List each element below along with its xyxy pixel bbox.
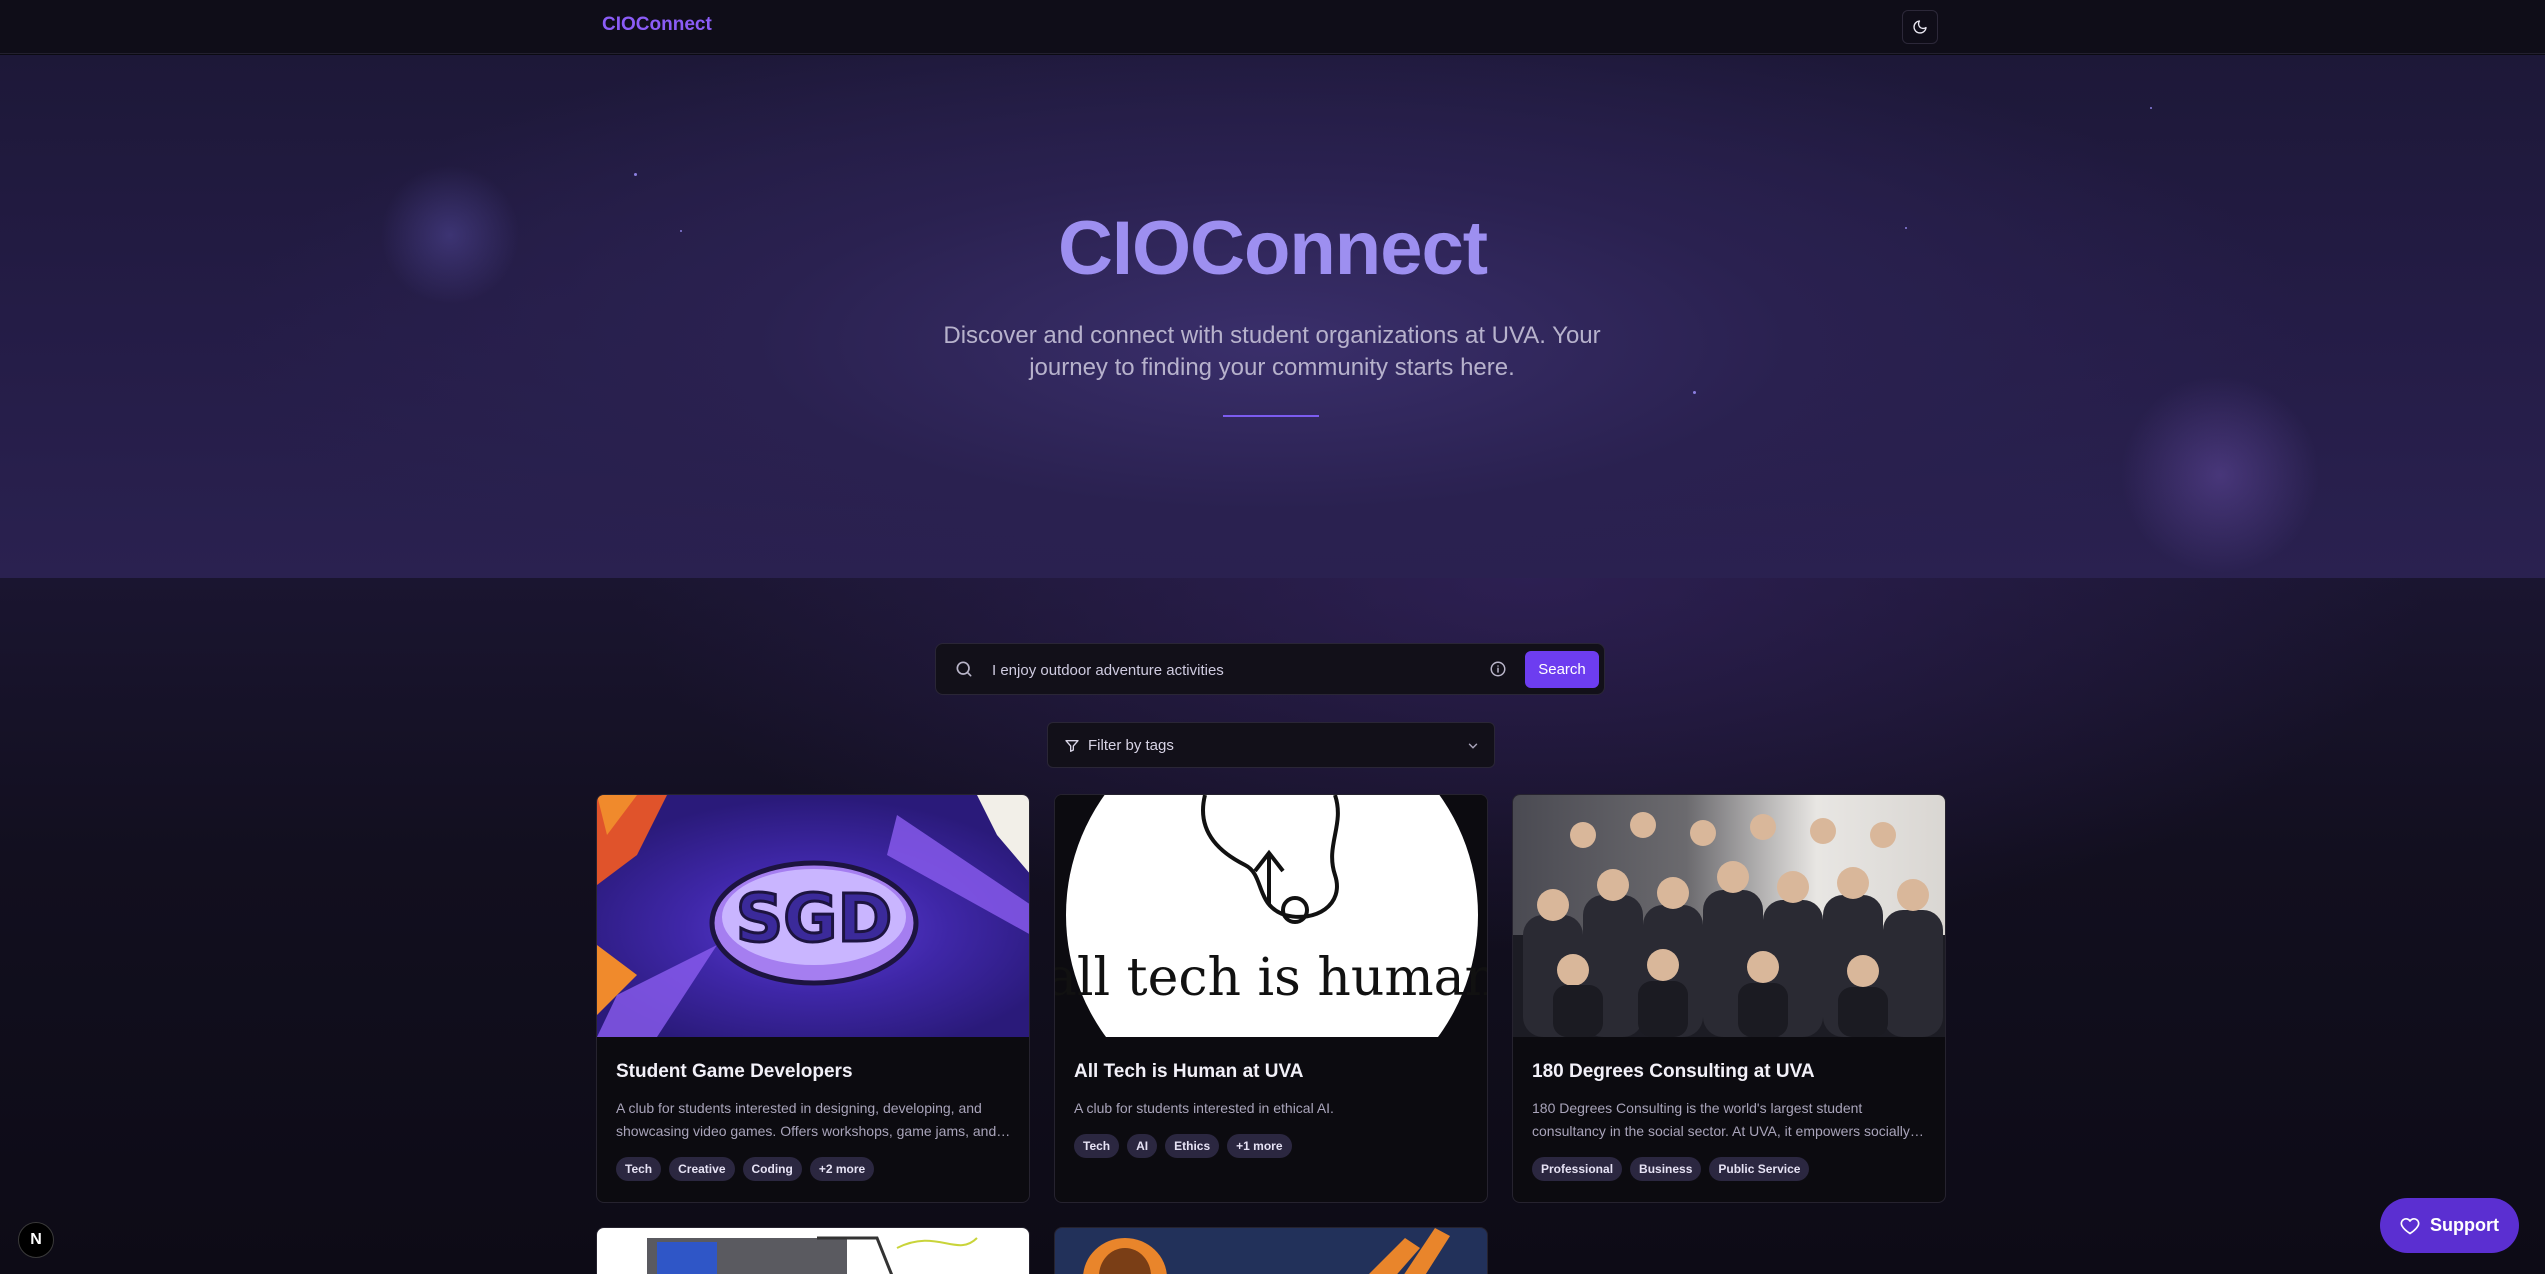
org-card-title: All Tech is Human at UVA (1074, 1061, 1304, 1082)
tag-chip: AI (1127, 1134, 1158, 1158)
group-photo-art (1513, 812, 1945, 1037)
filter-icon (1065, 740, 1079, 752)
org-card-image (1513, 795, 1945, 1037)
heart-icon (2400, 1217, 2420, 1234)
org-card-image: all tech is human (1055, 795, 1488, 1037)
theme-toggle-button[interactable] (1902, 10, 1938, 44)
tag-chip: Coding (742, 1157, 802, 1181)
org-card-tags: Tech Creative Coding +2 more (616, 1157, 875, 1181)
chevron-down-icon (1468, 743, 1478, 749)
support-button[interactable]: Support (2380, 1198, 2519, 1253)
tag-chip: Ethics (1165, 1134, 1220, 1158)
org-card-description: 180 Degrees Consulting is the world's la… (1532, 1100, 1910, 1139)
org-card[interactable]: all tech is human All Tech is Human at U… (1054, 794, 1488, 1203)
tag-filter-dropdown[interactable]: Filter by tags (1047, 722, 1495, 768)
sgd-logo-text: SGD (736, 880, 893, 957)
search-bar: Search (935, 643, 1605, 695)
tag-chip: Public Service (1709, 1157, 1810, 1181)
support-label: Support (2430, 1215, 2499, 1235)
hero-divider (1223, 415, 1319, 417)
filter-label: Filter by tags (1088, 737, 1174, 754)
org-card-image (647, 1236, 978, 1274)
hero-subtitle: Discover and connect with student organi… (943, 322, 1601, 381)
hero-title: CIOConnect (1057, 206, 1488, 291)
top-navbar: CIOConnect (0, 0, 2545, 54)
search-button[interactable]: Search (1525, 651, 1599, 688)
org-card-partial[interactable] (596, 1227, 1030, 1274)
org-card-image (1083, 1228, 1450, 1274)
dev-tools-button[interactable]: N (18, 1222, 54, 1258)
org-card-title: Student Game Developers (616, 1061, 853, 1082)
info-icon[interactable] (1489, 660, 1507, 678)
org-card-title: 180 Degrees Consulting at UVA (1532, 1061, 1815, 1082)
tag-chip: Business (1630, 1157, 1702, 1181)
all-tech-is-human-text: all tech is human (1055, 948, 1488, 1008)
brand-logo[interactable]: CIOConnect (602, 14, 712, 36)
org-card-description: A club for students interested in design… (616, 1100, 997, 1139)
tag-chip: Tech (1074, 1134, 1120, 1158)
moon-icon (1913, 20, 1927, 34)
tag-chip: Tech (616, 1157, 662, 1181)
tag-chip-more: +2 more (809, 1157, 875, 1181)
decorative-star (634, 173, 637, 176)
decorative-star (1693, 391, 1696, 394)
search-icon (956, 661, 972, 677)
org-card-tags: Tech AI Ethics +1 more (1074, 1134, 1292, 1158)
all-tech-is-human-art: all tech is human (1055, 795, 1488, 1037)
org-card[interactable]: SGD Student Game Developers A club for s… (596, 794, 1030, 1203)
decorative-glow (2120, 375, 2320, 575)
org-card-image: SGD (597, 795, 1029, 1037)
org-card[interactable]: 180 Degrees Consulting at UVA 180 Degree… (1512, 794, 1946, 1203)
org-card-tags: Professional Business Public Service (1532, 1157, 1810, 1181)
sgd-art: SGD (597, 795, 1029, 1037)
org-card-partial[interactable] (1054, 1227, 1488, 1274)
org-card-description: A club for students interested in ethica… (1074, 1100, 1334, 1116)
tag-chip-more: +1 more (1227, 1134, 1292, 1158)
tag-chip: Professional (1532, 1157, 1623, 1181)
hero-section: CIOConnect Discover and connect with stu… (0, 55, 2545, 578)
dev-tools-label: N (30, 1231, 42, 1248)
tag-chip: Creative (669, 1157, 735, 1181)
decorative-star (2150, 107, 2152, 109)
search-input[interactable] (992, 654, 1512, 686)
